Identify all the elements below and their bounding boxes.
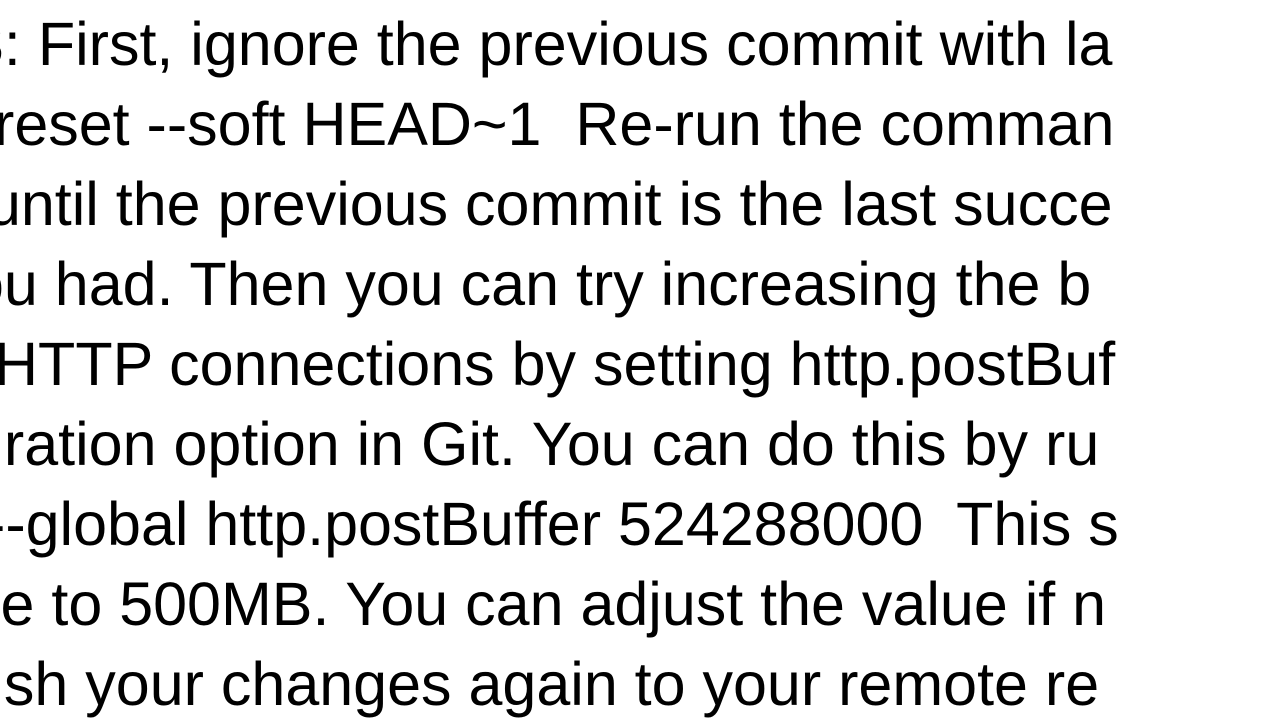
text-line-6: uration option in Git. You can do this b…	[0, 404, 1099, 484]
text-line-7: --global http.postBuffer 524288000 This …	[0, 484, 1119, 564]
text-line-2: reset --soft HEAD~1 Re-run the comman	[0, 84, 1114, 164]
document-viewport: 3: First, ignore the previous commit wit…	[0, 0, 1280, 720]
text-line-8: ze to 500MB. You can adjust the value if…	[0, 564, 1106, 644]
text-line-5: HTTP connections by setting http.postBuf	[0, 324, 1115, 404]
text-line-4: ou had. Then you can try increasing the …	[0, 244, 1091, 324]
text-line-9: ush your changes again to your remote re	[0, 644, 1099, 720]
text-line-3: until the previous commit is the last su…	[0, 164, 1113, 244]
text-line-1: 3: First, ignore the previous commit wit…	[0, 4, 1112, 84]
